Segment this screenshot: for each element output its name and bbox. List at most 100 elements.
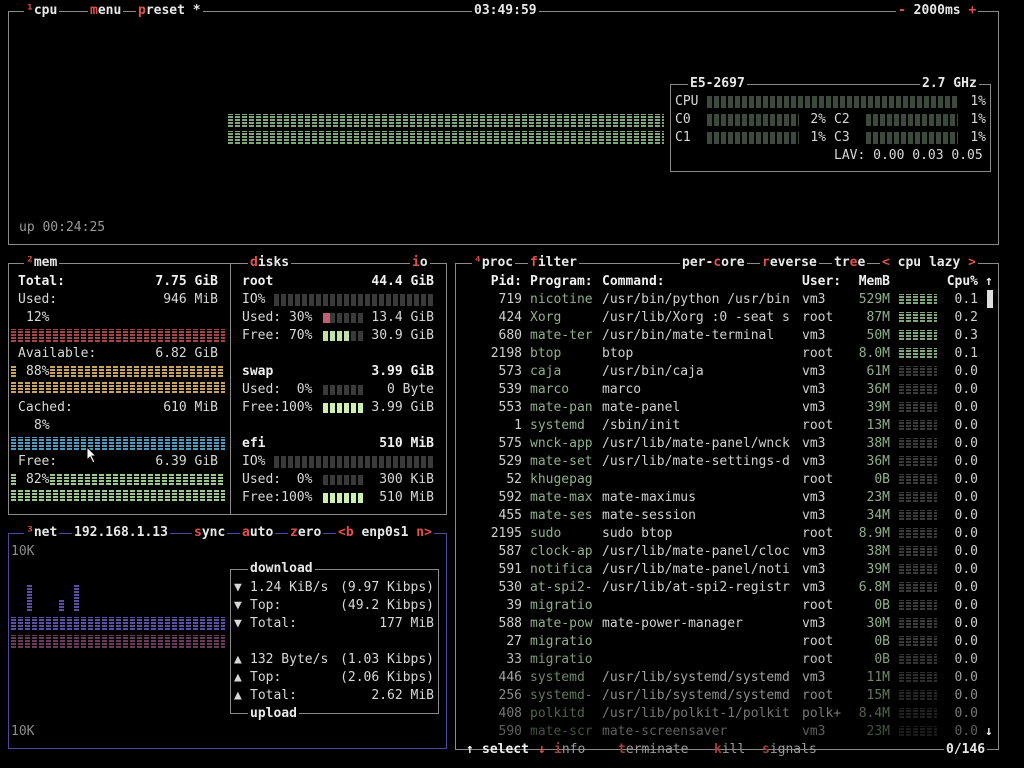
net-upload-graph [11, 635, 225, 649]
kill-button[interactable]: kill [714, 741, 745, 759]
table-row[interactable]: 455 mate-ses mate-session vm3 34M 0.0 [462, 507, 982, 525]
proc-panel-title[interactable]: ⁴proc [472, 256, 516, 270]
process-user: vm3 [802, 292, 826, 307]
col-cpu[interactable]: Cpu% [936, 273, 978, 291]
process-cpu: 0.3 [954, 328, 978, 343]
rate-increase-button[interactable]: + [968, 3, 976, 18]
table-row[interactable]: 530 at-spi2- /usr/lib/at-spi2-registr vm3 6.… [462, 579, 982, 597]
next-interface-button[interactable]: n> [416, 525, 432, 540]
table-row[interactable]: 39 migratio root 0B 0.0 [462, 597, 982, 615]
core-c2-pct: 1% [970, 112, 986, 127]
select-up-icon[interactable]: ↑ [466, 741, 474, 759]
table-row[interactable]: 408 polkitd/usr/lib/polkit-1/polkit polk+ 8… [462, 705, 982, 723]
table-row[interactable]: 27 migratio root 0B 0.0 [462, 633, 982, 651]
mem-free-marker [11, 474, 18, 486]
tree-toggle[interactable]: tree [832, 256, 868, 270]
mouse-cursor-icon [86, 446, 98, 464]
menu-button[interactable]: menu [88, 4, 124, 18]
select-label: select [482, 742, 529, 757]
core-c1-meter [707, 132, 799, 144]
process-cpu: 0.0 [954, 616, 978, 631]
terminate-button[interactable]: terminate [618, 741, 688, 759]
table-row[interactable]: 680 mate-ter/usr/bin/mate-terminal vm3 50M 0… [462, 327, 982, 345]
info-button[interactable]: info [554, 741, 585, 759]
process-program: btop [530, 346, 562, 361]
scroll-down-icon[interactable]: ↓ [985, 723, 993, 741]
interface-selector[interactable]: <b enp0s1 n> [336, 526, 434, 540]
table-row[interactable]: 539 marco marco vm3 36M 0.0 [462, 381, 982, 399]
col-program[interactable]: Program: [530, 273, 593, 291]
zero-toggle[interactable]: zero [288, 526, 324, 540]
scroll-up-icon[interactable]: ↑ [985, 273, 993, 291]
process-mem: 529M [858, 292, 890, 307]
per-core-toggle[interactable]: per-core [680, 256, 747, 270]
process-cpu-meter [899, 654, 937, 665]
table-row[interactable]: 529 mate-set/usr/lib/mate-settings-d vm3 36… [462, 453, 982, 471]
auto-toggle[interactable]: auto [240, 526, 276, 540]
process-command: /usr/lib/mate-panel/noti [602, 562, 790, 577]
table-row[interactable]: 1 systemd/sbin/init root 13M 0.0 [462, 417, 982, 435]
process-cpu-meter [899, 384, 937, 395]
sort-prev-button[interactable]: < [882, 255, 890, 270]
table-row[interactable]: 588 mate-pow mate-power-manager vm3 30M 0.0 [462, 615, 982, 633]
process-program: mate-ses [530, 508, 593, 523]
table-row[interactable]: 573 caja/usr/bin/caja vm3 61M 0.0 [462, 363, 982, 381]
process-user: root [802, 634, 834, 649]
cpu-graph-row-2 [228, 131, 664, 145]
process-pid: 591 [498, 562, 522, 577]
process-mem: 15M [866, 688, 890, 703]
table-row[interactable]: 446 systemd/usr/lib/systemd/systemd vm3 11M… [462, 669, 982, 687]
process-user: root [802, 472, 834, 487]
table-row[interactable]: 424 Xorg/usr/lib/Xorg :0 -seat s root 87M 0.… [462, 309, 982, 327]
disks-title[interactable]: disks [248, 256, 292, 270]
filter-button[interactable]: filter [528, 256, 579, 270]
col-pid[interactable]: Pid: [470, 273, 522, 291]
process-cpu-meter [899, 726, 937, 737]
sort-selector[interactable]: < cpu lazy > [880, 256, 978, 270]
process-pid: 719 [498, 292, 522, 307]
core-c1-pct: 1% [810, 130, 826, 145]
reverse-toggle[interactable]: reverse [760, 256, 819, 270]
table-row[interactable]: 590 mate-scr mate-screensaver vm3 23M 0.0 [462, 723, 982, 741]
process-cpu-meter [899, 492, 937, 503]
table-row[interactable]: 719 nicotine/usr/bin/python /usr/bin vm3 52… [462, 291, 982, 309]
col-command[interactable]: Command: [602, 273, 665, 291]
col-user[interactable]: User: [802, 273, 841, 291]
cpu-model: E5-2697 [688, 76, 747, 91]
prev-interface-button[interactable]: <b [338, 525, 354, 540]
update-rate[interactable]: - 2000ms + [896, 3, 979, 18]
select-down-icon[interactable]: ↓ [538, 741, 546, 759]
table-row[interactable]: 256 systemd- /usr/lib/systemd/systemd root 1… [462, 687, 982, 705]
rate-decrease-button[interactable]: - [898, 3, 906, 18]
process-cpu-meter [899, 312, 937, 323]
table-row[interactable]: 587 clock-ap/usr/lib/mate-panel/cloc vm3 38… [462, 543, 982, 561]
table-row[interactable]: 592 mate-max mate-maximus vm3 23M 0.0 [462, 489, 982, 507]
sort-next-button[interactable]: > [968, 255, 976, 270]
table-row[interactable]: 591 notifica/usr/lib/mate-panel/noti vm3 39… [462, 561, 982, 579]
process-cpu: 0.0 [954, 670, 978, 685]
preset-button[interactable]: preset * [136, 4, 203, 18]
net-panel-title[interactable]: ³net [24, 526, 60, 540]
table-row[interactable]: 33 migratio root 0B 0.0 [462, 651, 982, 669]
table-row[interactable]: 575 wnck-app/usr/lib/mate-panel/wnck vm3 38… [462, 435, 982, 453]
table-row[interactable]: 2195 sudo sudo btop root 8.9M 0.0 [462, 525, 982, 543]
mem-panel-title[interactable]: ²mem [24, 256, 60, 270]
upload-total-label: Total: [250, 688, 297, 703]
disk-swap-name: swap [242, 364, 274, 379]
signals-button[interactable]: signals [762, 741, 817, 759]
col-mem[interactable]: MemB [846, 273, 890, 291]
cpu-panel-title[interactable]: ¹cpu [24, 4, 60, 18]
download-top-label: Top: [250, 598, 282, 613]
process-user: vm3 [802, 364, 826, 379]
io-toggle[interactable]: io [410, 256, 430, 270]
scrollbar-thumb[interactable] [987, 290, 993, 308]
table-row[interactable]: 2198 btop btop root 8.0M 0.1 [462, 345, 982, 363]
process-command: /usr/lib/mate-panel/cloc [602, 544, 790, 559]
process-user: vm3 [802, 436, 826, 451]
sync-toggle[interactable]: sync [192, 526, 228, 540]
disk-efi-io-label: IO% [242, 454, 266, 469]
table-row[interactable]: 52 khugepag root 0B 0.0 [462, 471, 982, 489]
upload-kbps: (1.03 Kibps) [340, 652, 434, 667]
table-row[interactable]: 553 mate-pan mate-panel vm3 39M 0.0 [462, 399, 982, 417]
mem-free-graph-2 [11, 490, 225, 502]
